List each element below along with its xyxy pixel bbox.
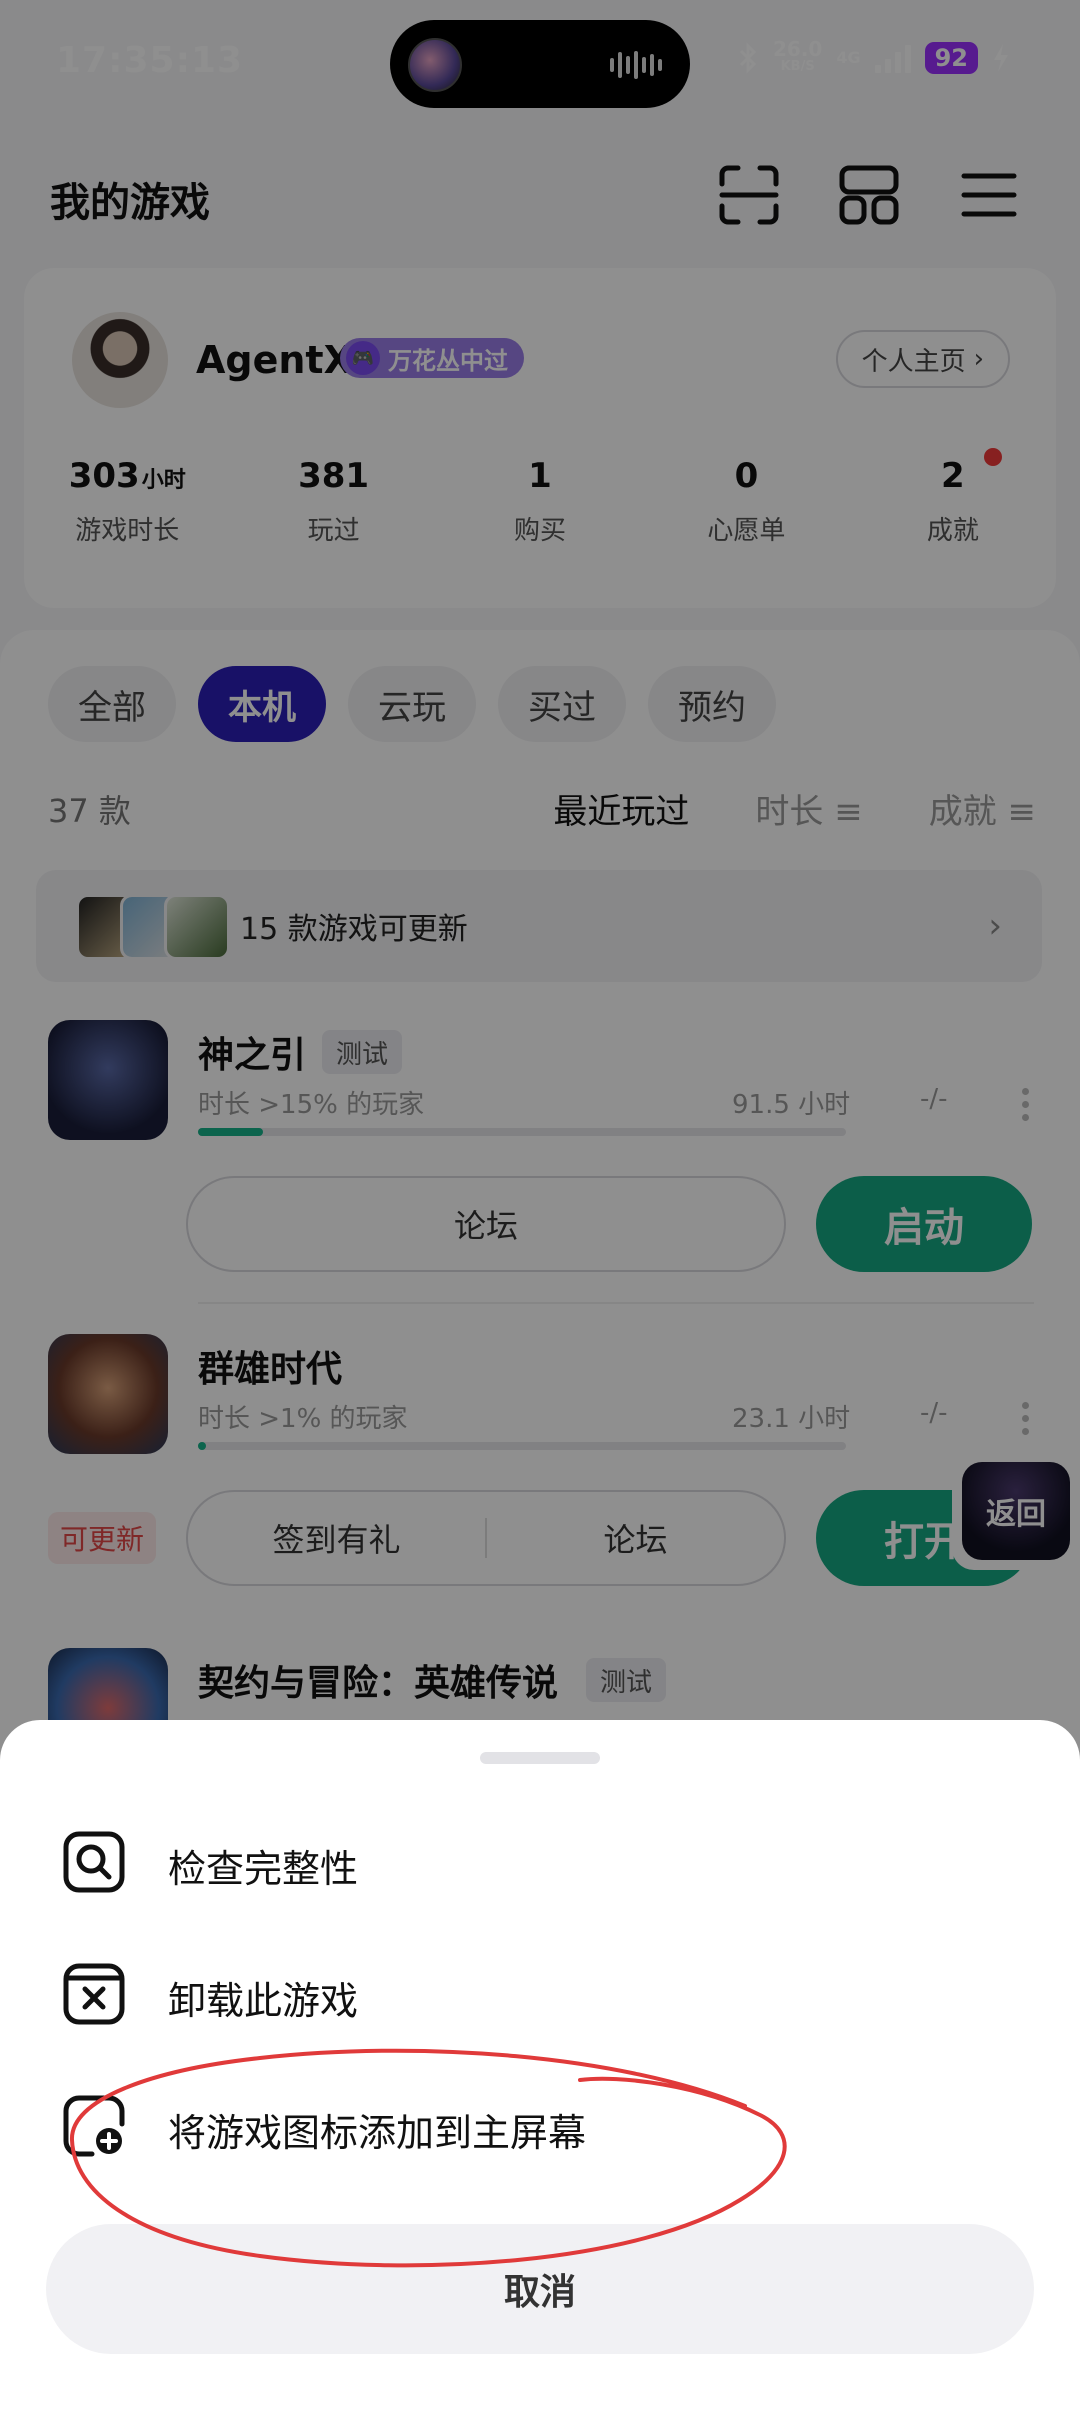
- check-integrity-option[interactable]: 检查完整性: [0, 1800, 1080, 1920]
- uninstall-icon: [63, 1963, 125, 2025]
- sheet-grabber[interactable]: [480, 1752, 600, 1764]
- my-games-page: 17:35:13 26.0 KB/S 4G 92 我的游戏 AgentX 🎮 万…: [0, 0, 1080, 2416]
- cancel-button[interactable]: 取消: [46, 2224, 1034, 2354]
- search-check-icon: [63, 1831, 125, 1893]
- add-to-home-option[interactable]: 将游戏图标添加到主屏幕: [0, 2064, 1080, 2184]
- add-to-home-icon: [63, 2095, 125, 2157]
- option-label: 卸载此游戏: [168, 1979, 359, 2023]
- option-label: 将游戏图标添加到主屏幕: [168, 2111, 587, 2155]
- action-sheet: 检查完整性 卸载此游戏 将游戏图标添加到主屏幕 取消: [0, 1720, 1080, 2416]
- option-label: 检查完整性: [168, 1847, 359, 1891]
- uninstall-option[interactable]: 卸载此游戏: [0, 1932, 1080, 2052]
